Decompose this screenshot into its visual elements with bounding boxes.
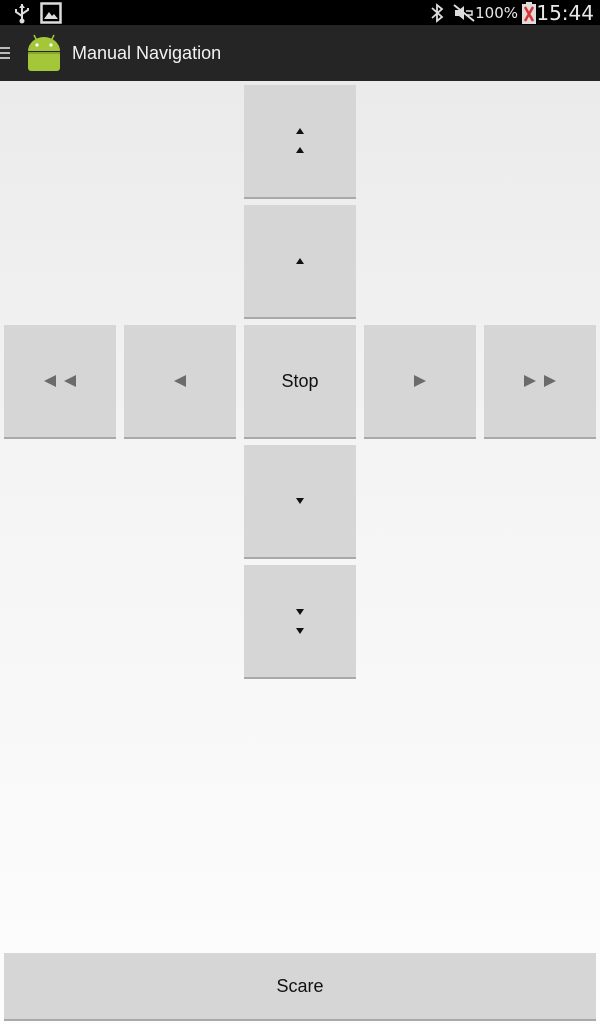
left-fast-button[interactable] bbox=[4, 325, 116, 437]
scare-label: Scare bbox=[276, 975, 324, 996]
battery-percent: 100% bbox=[475, 3, 518, 22]
bluetooth-icon bbox=[430, 0, 444, 25]
status-time: 15:44 bbox=[536, 0, 594, 25]
left-arrow-icon bbox=[174, 375, 186, 387]
left-button[interactable] bbox=[124, 325, 236, 437]
gallery-icon bbox=[40, 0, 62, 25]
right-fast-button[interactable] bbox=[484, 325, 596, 437]
forward-button[interactable] bbox=[244, 205, 356, 317]
mute-icon bbox=[452, 0, 476, 25]
backward-fast-button[interactable] bbox=[244, 565, 356, 677]
android-app-icon[interactable] bbox=[24, 33, 64, 73]
stop-button[interactable]: Stop bbox=[244, 325, 356, 437]
scare-button[interactable]: Scare bbox=[4, 953, 596, 1019]
drawer-icon[interactable] bbox=[0, 47, 10, 61]
right-arrow-icon bbox=[414, 375, 426, 387]
app-title: Manual Navigation bbox=[72, 43, 222, 63]
double-right-arrow-icon bbox=[524, 375, 556, 387]
action-bar: Manual Navigation bbox=[0, 25, 600, 81]
backward-button[interactable] bbox=[244, 445, 356, 557]
double-down-arrow-icon bbox=[296, 609, 304, 634]
stop-label: Stop bbox=[281, 370, 319, 391]
usb-icon bbox=[12, 0, 32, 25]
down-arrow-icon bbox=[296, 498, 304, 504]
forward-fast-button[interactable] bbox=[244, 85, 356, 197]
status-bar: 100% 15:44 bbox=[0, 0, 600, 25]
right-button[interactable] bbox=[364, 325, 476, 437]
battery-icon bbox=[522, 0, 536, 25]
up-arrow-icon bbox=[296, 258, 304, 264]
double-up-arrow-icon bbox=[296, 128, 304, 153]
double-left-arrow-icon bbox=[44, 375, 76, 387]
